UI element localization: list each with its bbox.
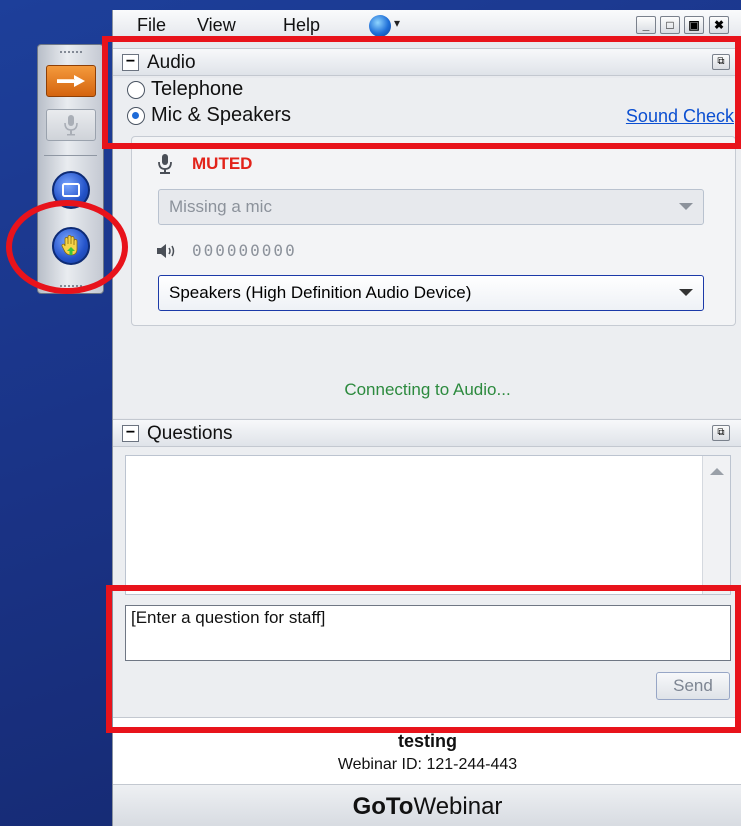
webinar-info: testing Webinar ID: 121-244-443 GoToWebi…: [113, 717, 741, 826]
dock-divider: [44, 155, 97, 156]
chevron-down-icon: [679, 289, 693, 296]
question-highlight-box: [106, 585, 741, 733]
screen-icon: [62, 183, 80, 197]
speaker-select[interactable]: Speakers (High Definition Audio Device): [158, 275, 704, 311]
speaker-select-value: Speakers (High Definition Audio Device): [169, 283, 472, 302]
raise-hand-highlight-circle: [6, 200, 128, 294]
muted-label: MUTED: [192, 154, 253, 173]
arrow-right-icon: [57, 75, 85, 87]
dock-grip-top[interactable]: [38, 47, 103, 57]
questions-panel-title: Questions: [147, 423, 233, 444]
questions-log: [125, 455, 731, 595]
brand-bar: GoToWebinar: [113, 784, 741, 826]
webinar-id: Webinar ID: 121-244-443: [337, 756, 518, 773]
speaker-level: 000000000: [156, 241, 297, 260]
mic-status: MUTED: [156, 153, 252, 175]
scroll-up-icon[interactable]: [710, 468, 724, 475]
menu-view[interactable]: View: [197, 15, 236, 36]
webinar-title: testing: [397, 731, 457, 751]
mic-mute-button[interactable]: [46, 109, 96, 141]
questions-scrollbar[interactable]: [702, 456, 730, 594]
questions-panel-header: − Questions ⧉: [113, 419, 741, 447]
chevron-down-icon[interactable]: ▾: [394, 16, 400, 30]
close-button[interactable]: ✖: [709, 16, 729, 34]
chevron-down-icon: [679, 203, 693, 210]
gotowebinar-logo: GoToWebinar: [352, 793, 503, 820]
collapse-questions-button[interactable]: −: [122, 425, 139, 442]
audio-status: Connecting to Audio...: [344, 380, 511, 399]
audio-highlight-box: [102, 36, 741, 149]
speaker-icon: [157, 243, 175, 258]
mic-select[interactable]: Missing a mic: [158, 189, 704, 225]
globe-icon[interactable]: [369, 15, 391, 37]
microphone-icon: [158, 154, 172, 174]
maximize-button[interactable]: □: [660, 16, 680, 34]
popout-icon[interactable]: ⧉: [712, 425, 730, 441]
audio-settings-box: MUTED Missing a mic 000000000 Speakers (…: [131, 136, 736, 326]
menu-help[interactable]: Help: [283, 15, 320, 36]
mic-select-value: Missing a mic: [169, 197, 272, 216]
restore-button[interactable]: ▣: [684, 16, 704, 34]
microphone-icon: [64, 115, 78, 136]
minimize-button[interactable]: _: [636, 16, 656, 34]
speaker-level-meter: 000000000: [192, 241, 297, 260]
menu-file[interactable]: File: [137, 15, 166, 36]
show-panel-button[interactable]: [46, 65, 96, 97]
